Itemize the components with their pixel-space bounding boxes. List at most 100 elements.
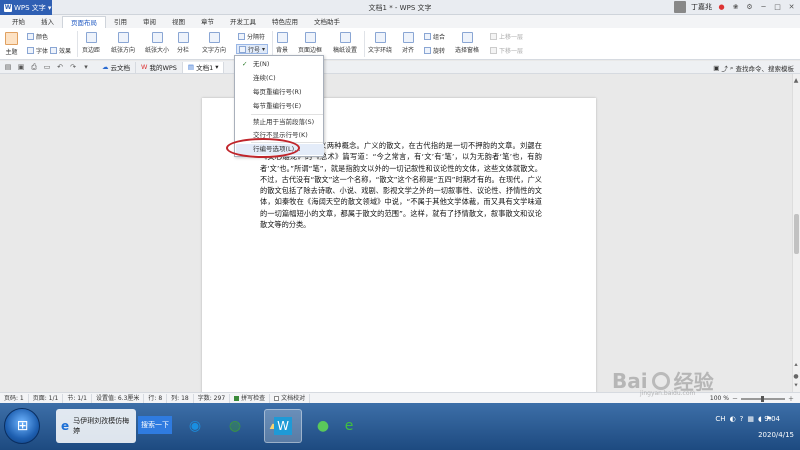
text-direction-button[interactable]: 文字方向 [202, 32, 226, 54]
page-border-icon [304, 32, 316, 43]
next-page-icon[interactable]: ⯆ [792, 382, 800, 390]
user-name[interactable]: 丁嘉兆 [691, 2, 712, 12]
color-button[interactable]: 颜色 [27, 31, 48, 41]
menu-item-none[interactable]: ✓ 无(N) [236, 59, 324, 70]
taskbar-ie-window[interactable]: e 马伊琍刘孜模仿梅婷 [56, 409, 136, 443]
group-label: 组合 [433, 33, 446, 41]
selection-pane-button[interactable]: 选择窗格 [455, 32, 479, 54]
system-clock[interactable]: 9:04 2020/4/15 [758, 415, 794, 440]
avatar[interactable] [674, 1, 686, 13]
minimize-icon[interactable]: ─ [759, 3, 768, 12]
send-backward-label: 下移一层 [499, 47, 524, 55]
tab-chapter[interactable]: 章节 [193, 16, 222, 28]
doc-icon: ▤ [187, 63, 195, 71]
draft-settings-button[interactable]: 稿纸设置 [333, 32, 357, 54]
start-button[interactable]: ⊞ [4, 408, 40, 444]
doc-tab-cloud[interactable]: ☁ 云文档 [97, 61, 136, 73]
scrollbar-thumb[interactable] [794, 214, 799, 254]
tray-help-icon[interactable]: ? [740, 415, 744, 423]
zoom-slider[interactable] [740, 395, 785, 402]
group-button[interactable]: 组合 [424, 31, 445, 41]
margin-button[interactable]: 页边距 [82, 32, 100, 54]
menu-item-label: 连续(C) [253, 74, 276, 82]
vertical-scrollbar[interactable] [792, 74, 800, 392]
effect-button[interactable]: 效果 [50, 45, 71, 55]
rotate-button[interactable]: 旋转 [424, 45, 445, 55]
taskbar-browser-icon[interactable]: ◉ [176, 409, 214, 443]
save-icon[interactable]: ▣ [16, 63, 26, 72]
text-wrap-button[interactable]: 文字环绕 [368, 32, 392, 54]
zoom-in-icon[interactable]: ＋ [788, 394, 794, 403]
select-browse-icon[interactable]: ● [792, 372, 800, 380]
zoom-control: 100 % － ＋ [710, 394, 794, 403]
tray-volume-icon[interactable]: ◖ [758, 415, 762, 423]
taskbar-search-button[interactable]: 搜索一下 [138, 416, 172, 434]
tray-lang[interactable]: CH [715, 415, 725, 423]
tab-features[interactable]: 特色应用 [264, 16, 306, 28]
line-number-button[interactable]: 行号 ▾ [236, 44, 269, 54]
prev-page-icon[interactable]: ⯅ [792, 362, 800, 370]
redo-icon[interactable]: ↷ [68, 63, 78, 72]
effect-icon [50, 46, 57, 54]
tab-review[interactable]: 审阅 [135, 16, 164, 28]
tab-references[interactable]: 引用 [106, 16, 135, 28]
tab-page-layout[interactable]: 页面布局 [62, 16, 106, 28]
orientation-button[interactable]: 纸张方向 [111, 32, 135, 54]
spell-check-toggle[interactable]: 拼写检查 [230, 393, 271, 403]
menu-item-suppress-paragraph[interactable]: 禁止用于当前段落(S) [236, 117, 324, 128]
doc-tab-mywps[interactable]: W 我的WPS [136, 61, 183, 73]
tab-developer[interactable]: 开发工具 [222, 16, 264, 28]
page-border-button[interactable]: 页面边框 [298, 32, 322, 54]
menu-item-continuous[interactable]: 连续(C) [236, 73, 324, 84]
scroll-up-icon[interactable]: ▲ [792, 76, 800, 84]
tab-view[interactable]: 视图 [164, 16, 193, 28]
chrome-icon[interactable]: ◍ [216, 409, 254, 443]
open-icon[interactable]: ▤ [3, 63, 13, 72]
command-search[interactable]: ▣ ⤴ ⌕ 查找命令、搜索模板 [713, 63, 794, 74]
size-label: 纸张大小 [145, 47, 170, 54]
effect-label: 效果 [59, 47, 72, 55]
settings-icon[interactable]: ⚙ [745, 3, 754, 12]
taskbar: ⊞ e 马伊琍刘孜模仿梅婷 搜索一下 ◉ ◍ ▰ W ● e CH ◐ ? ▦ … [0, 403, 800, 450]
undo-icon[interactable]: ↶ [55, 63, 65, 72]
preview-icon[interactable]: ▭ [42, 63, 52, 72]
menu-item-restart-each-page[interactable]: 每页重编行号(R) [236, 87, 324, 98]
zoom-out-icon[interactable]: － [732, 394, 738, 403]
print-icon[interactable]: ⎙ [29, 63, 39, 72]
size-button[interactable]: 纸张大小 [145, 32, 169, 54]
separator-button[interactable]: 分隔符 [238, 31, 265, 41]
status-word-count[interactable]: 字数: 297 [194, 393, 231, 403]
tab-insert[interactable]: 插入 [33, 16, 62, 28]
doc-tab-document1[interactable]: ▤ 文档1 ▾ [182, 61, 225, 73]
zoom-slider-knob[interactable] [760, 395, 764, 402]
close-icon[interactable]: ✕ [787, 3, 796, 12]
doc-tab-label: 文档1 [196, 64, 214, 72]
status-row: 行: 8 [144, 393, 168, 403]
background-button[interactable]: 背景 [276, 32, 288, 54]
tray-input-icon[interactable]: ◐ [730, 415, 736, 423]
theme-button[interactable]: 主题 [5, 32, 18, 56]
maximize-icon[interactable]: □ [773, 3, 782, 12]
align-button[interactable]: 对齐 [402, 32, 414, 54]
tab-doc-assistant[interactable]: 文档助手 [306, 16, 348, 28]
ie-green-icon[interactable]: e [330, 409, 368, 443]
columns-button[interactable]: 分栏 [177, 32, 189, 54]
tray-network-icon[interactable]: ▦ [747, 415, 754, 423]
tab-home[interactable]: 开始 [4, 16, 33, 28]
taskbar-wps-writer[interactable]: W [264, 409, 302, 443]
skin-icon[interactable]: ❀ [731, 3, 740, 12]
status-page-number: 页码: 1 [0, 393, 29, 403]
bring-forward-icon [490, 32, 497, 40]
zoom-value[interactable]: 100 % [710, 395, 729, 402]
doc-compare-toggle[interactable]: 文档校对 [270, 393, 311, 403]
divider [77, 31, 78, 57]
rotate-label: 旋转 [433, 47, 446, 55]
status-page: 页面: 1/1 [29, 393, 64, 403]
more-icon[interactable]: ▾ [81, 63, 91, 72]
menu-item-restart-each-section[interactable]: 每节重编行号(E) [236, 101, 324, 112]
notification-icon[interactable]: ● [717, 3, 726, 12]
font-button[interactable]: 字体 [27, 45, 48, 55]
bring-forward-button[interactable]: 上移一层 [490, 31, 523, 41]
send-backward-button[interactable]: 下移一层 [490, 45, 523, 55]
watermark-url: jingyan.baidu.com [640, 390, 696, 397]
